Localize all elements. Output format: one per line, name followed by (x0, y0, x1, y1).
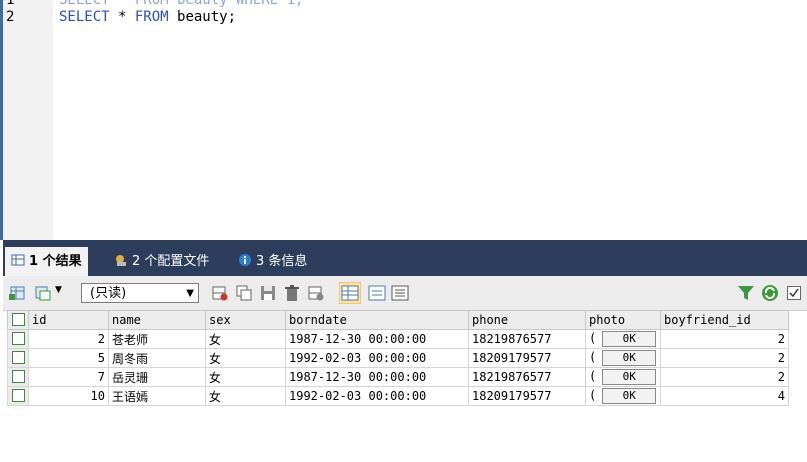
row-checkbox[interactable] (11, 389, 25, 402)
cell-name[interactable]: 苍老师 (108, 329, 206, 349)
cancel-changes-icon[interactable] (307, 284, 325, 302)
cell-id[interactable]: 5 (28, 348, 109, 368)
table-row[interactable]: 5 周冬雨 女 1992-02-03 00:00:00 18209179577 … (7, 348, 789, 368)
cell-phone[interactable]: 18219876577 (468, 329, 586, 349)
photo-prefix: ( (589, 388, 597, 402)
row-checkbox[interactable] (11, 351, 25, 364)
tab-results-label: 1 个结果 (29, 254, 82, 269)
row-selector[interactable] (7, 367, 29, 387)
cell-phone[interactable]: 18219876577 (468, 367, 586, 387)
readonly-label: (只读) (90, 286, 127, 301)
cell-phone[interactable]: 18209179577 (468, 386, 586, 406)
cell-id[interactable]: 2 (28, 329, 109, 349)
copy-rows-icon[interactable] (34, 284, 52, 302)
column-header-photo[interactable]: photo (585, 310, 661, 330)
row-selector[interactable] (7, 348, 29, 368)
cell-borndate[interactable]: 1992-02-03 00:00:00 (285, 386, 469, 406)
cell-name[interactable]: 王语嫣 (108, 386, 206, 406)
select-all-checkbox[interactable] (11, 313, 25, 326)
grid-icon (11, 254, 25, 266)
photo-blob-button[interactable]: 0K (602, 331, 657, 347)
text-view-icon[interactable] (391, 284, 409, 302)
photo-prefix: ( (589, 331, 597, 345)
row-selector[interactable] (7, 329, 29, 349)
tab-profiles[interactable]: 2 个配置文件 (108, 247, 215, 276)
table-row[interactable]: 7 岳灵珊 女 1987-12-30 00:00:00 18219876577 … (7, 367, 789, 387)
table-row[interactable]: 2 苍老师 女 1987-12-30 00:00:00 18219876577 … (7, 329, 789, 349)
line-number-gutter (3, 0, 53, 240)
cell-borndate[interactable]: 1992-02-03 00:00:00 (285, 348, 469, 368)
column-header-boyfriend-id[interactable]: boyfriend_id (660, 310, 789, 330)
column-header-borndate[interactable]: borndate (285, 310, 469, 330)
photo-blob-button[interactable]: 0K (602, 369, 657, 385)
line-number: 2 (6, 9, 15, 25)
profile-icon (116, 255, 126, 266)
insert-row-icon[interactable] (211, 284, 229, 302)
tab-results[interactable]: 1 个结果 (5, 247, 88, 276)
chevron-down-icon[interactable]: ▼ (55, 285, 62, 295)
info-icon (239, 254, 251, 266)
column-header-name[interactable]: name (108, 310, 206, 330)
form-view-icon[interactable] (368, 284, 386, 302)
cell-sex[interactable]: 女 (205, 329, 286, 349)
cell-boyfriend-id[interactable]: 4 (660, 386, 789, 406)
cell-id[interactable]: 10 (28, 386, 109, 406)
sql-editor[interactable]: 1 SELECT * FROM beauty WHERE 1; 2 SELECT… (3, 0, 807, 240)
row-checkbox[interactable] (11, 370, 25, 383)
results-toolbar: ▼ (只读) ▼ (3, 276, 807, 311)
column-header-sex[interactable]: sex (205, 310, 286, 330)
cell-boyfriend-id[interactable]: 2 (660, 348, 789, 368)
cell-boyfriend-id[interactable]: 2 (660, 329, 789, 349)
tab-profiles-label: 2 个配置文件 (132, 254, 210, 269)
checkbox-icon[interactable] (787, 286, 801, 300)
cell-borndate[interactable]: 1987-12-30 00:00:00 (285, 329, 469, 349)
column-header-id[interactable]: id (28, 310, 109, 330)
results-tabbar: 1 个结果 2 个配置文件 3 条信息 (3, 240, 807, 276)
export-grid-icon[interactable] (9, 284, 27, 302)
cell-sex[interactable]: 女 (205, 348, 286, 368)
cell-boyfriend-id[interactable]: 2 (660, 367, 789, 387)
duplicate-row-icon[interactable] (235, 284, 253, 302)
keyword-select: SELECT (59, 9, 110, 25)
photo-prefix: ( (589, 369, 597, 383)
readonly-select[interactable]: (只读) ▼ (81, 283, 199, 303)
table-name: beauty; (168, 9, 237, 25)
cell-sex[interactable]: 女 (205, 386, 286, 406)
column-header-phone[interactable]: phone (468, 310, 586, 330)
select-arrow-icon: ▼ (186, 288, 194, 299)
tab-messages[interactable]: 3 条信息 (232, 247, 313, 276)
results-table: id name sex borndate phone photo boyfrie… (7, 310, 789, 406)
refresh-icon[interactable] (761, 284, 779, 302)
cell-id[interactable]: 7 (28, 367, 109, 387)
tab-messages-label: 3 条信息 (256, 254, 308, 269)
cell-name[interactable]: 岳灵珊 (108, 367, 206, 387)
keyword-from: FROM (134, 9, 169, 25)
cell-borndate[interactable]: 1987-12-30 00:00:00 (285, 367, 469, 387)
save-icon[interactable] (259, 284, 277, 302)
select-all-header[interactable] (7, 310, 29, 330)
filter-icon[interactable] (737, 284, 755, 302)
photo-prefix: ( (589, 350, 597, 364)
select-star: * (109, 9, 135, 25)
cell-photo[interactable]: (0K (585, 329, 661, 349)
cell-photo[interactable]: (0K (585, 348, 661, 368)
photo-blob-button[interactable]: 0K (602, 388, 657, 404)
results-panel: 1 个结果 2 个配置文件 3 条信息 ▼ (只读) ▼ id name sex… (3, 240, 807, 462)
table-row[interactable]: 10 王语嫣 女 1992-02-03 00:00:00 18209179577… (7, 386, 789, 406)
cell-sex[interactable]: 女 (205, 367, 286, 387)
cell-phone[interactable]: 18209179577 (468, 348, 586, 368)
grid-view-icon[interactable] (339, 282, 361, 304)
cell-photo[interactable]: (0K (585, 386, 661, 406)
row-selector[interactable] (7, 386, 29, 406)
delete-icon[interactable] (283, 284, 301, 302)
table-header-row: id name sex borndate phone photo boyfrie… (7, 310, 789, 330)
row-checkbox[interactable] (11, 332, 25, 345)
cell-photo[interactable]: (0K (585, 367, 661, 387)
cell-name[interactable]: 周冬雨 (108, 348, 206, 368)
photo-blob-button[interactable]: 0K (602, 350, 657, 366)
